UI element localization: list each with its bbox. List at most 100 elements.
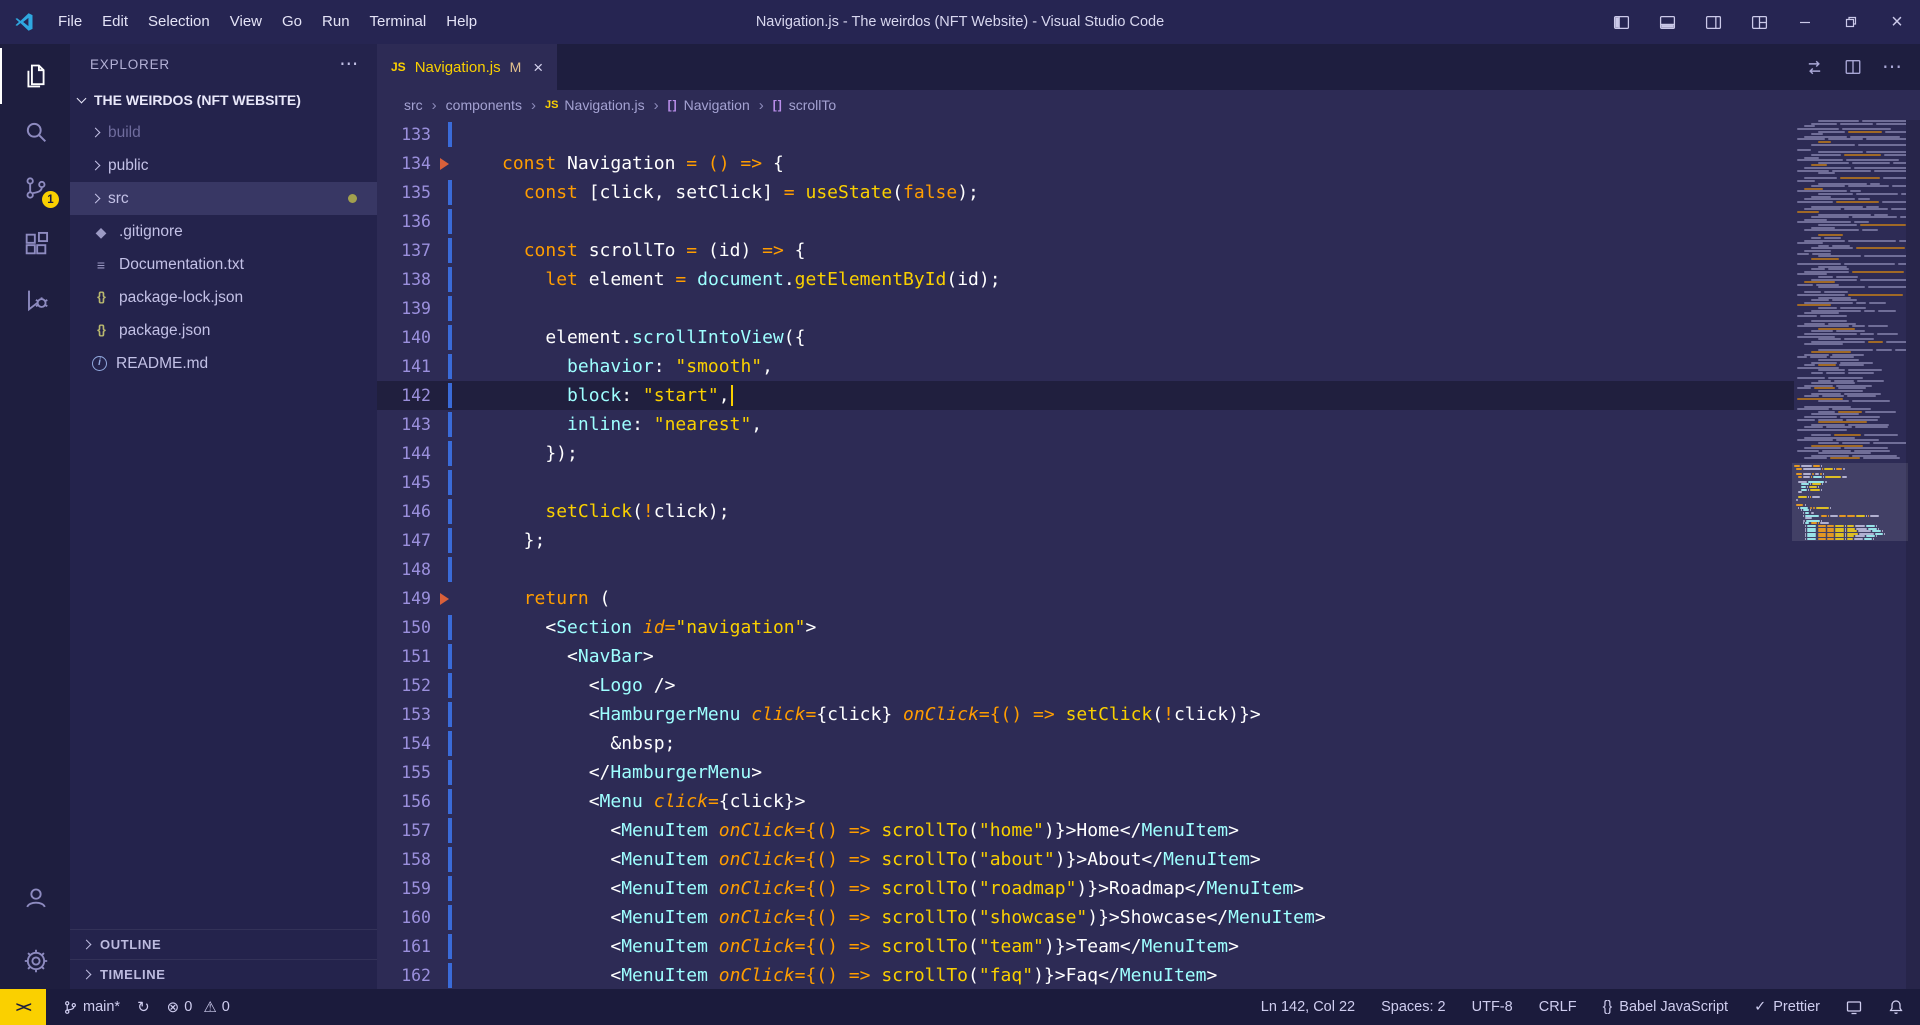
menu-selection[interactable]: Selection (138, 0, 220, 44)
breadcrumb-src[interactable]: src (404, 97, 423, 113)
code-line[interactable]: 153 <HamburgerMenu click={click} onClick… (377, 700, 1794, 729)
gutter[interactable] (431, 497, 459, 526)
tab-close-icon[interactable]: × (533, 59, 543, 76)
breadcrumb-navigation.js[interactable]: JSNavigation.js (545, 97, 645, 113)
indentation[interactable]: Spaces: 2 (1381, 999, 1446, 1015)
gutter[interactable] (431, 323, 459, 352)
code-line[interactable]: 149 return ( (377, 584, 1794, 613)
gutter[interactable] (431, 932, 459, 961)
gutter[interactable] (431, 178, 459, 207)
menu-view[interactable]: View (220, 0, 272, 44)
gutter[interactable] (431, 729, 459, 758)
split-editor-icon[interactable] (1844, 58, 1862, 76)
notifications-bell-icon[interactable] (1888, 999, 1904, 1015)
problems-indicator[interactable]: ⊗ 0 ⚠ 0 (167, 999, 230, 1015)
code-line[interactable]: 158 <MenuItem onClick={() => scrollTo("a… (377, 845, 1794, 874)
code-line[interactable]: 135 const [click, setClick] = useState(f… (377, 178, 1794, 207)
gutter[interactable] (431, 845, 459, 874)
code-line[interactable]: 152 <Logo /> (377, 671, 1794, 700)
file-.gitignore[interactable]: ◆.gitignore (70, 215, 377, 248)
breadcrumb-navigation[interactable]: []Navigation (668, 97, 750, 113)
gutter[interactable] (431, 265, 459, 294)
customize-layout-icon[interactable] (1736, 0, 1782, 44)
gutter[interactable] (431, 555, 459, 584)
menu-edit[interactable]: Edit (92, 0, 138, 44)
code-line[interactable]: 157 <MenuItem onClick={() => scrollTo("h… (377, 816, 1794, 845)
scrollbar[interactable] (1906, 120, 1920, 989)
gutter[interactable] (431, 787, 459, 816)
activity-settings[interactable] (0, 933, 70, 989)
section-timeline[interactable]: TIMELINE (70, 959, 377, 989)
activity-search[interactable] (0, 104, 70, 160)
gutter[interactable] (431, 642, 459, 671)
gutter[interactable] (431, 381, 459, 410)
gutter[interactable] (431, 410, 459, 439)
file-package.json[interactable]: {}package.json (70, 314, 377, 347)
code-line[interactable]: 159 <MenuItem onClick={() => scrollTo("r… (377, 874, 1794, 903)
file-Documentation.txt[interactable]: ≡Documentation.txt (70, 248, 377, 281)
code-line[interactable]: 143 inline: "nearest", (377, 410, 1794, 439)
gutter[interactable] (431, 671, 459, 700)
code-line[interactable]: 145 (377, 468, 1794, 497)
git-branch[interactable]: main* (63, 999, 120, 1015)
cursor-position[interactable]: Ln 142, Col 22 (1261, 999, 1355, 1015)
gutter[interactable] (431, 700, 459, 729)
gutter[interactable] (431, 758, 459, 787)
remote-indicator[interactable]: >< (0, 989, 46, 1025)
activity-source-control[interactable]: 1 (0, 160, 70, 216)
code-line[interactable]: 133 (377, 120, 1794, 149)
restore-button[interactable] (1828, 0, 1874, 44)
gutter[interactable] (431, 207, 459, 236)
menu-run[interactable]: Run (312, 0, 360, 44)
open-changes-icon[interactable] (1805, 58, 1824, 77)
menu-help[interactable]: Help (436, 0, 487, 44)
screencast-icon[interactable] (1846, 999, 1862, 1015)
gutter[interactable] (431, 236, 459, 265)
code-line[interactable]: 142 block: "start", (377, 381, 1794, 410)
gutter[interactable] (431, 526, 459, 555)
gutter[interactable] (431, 468, 459, 497)
code-line[interactable]: 136 (377, 207, 1794, 236)
breadcrumb-scrollto[interactable]: []scrollTo (773, 97, 836, 113)
tab-navigation-js[interactable]: JS Navigation.js M × (377, 44, 557, 90)
minimize-button[interactable] (1782, 0, 1828, 44)
gutter[interactable] (431, 352, 459, 381)
gutter[interactable] (431, 294, 459, 323)
sync-icon[interactable]: ↻ (137, 1000, 150, 1015)
code-line[interactable]: 141 behavior: "smooth", (377, 352, 1794, 381)
code-line[interactable]: 146 setClick(!click); (377, 497, 1794, 526)
code-line[interactable]: 138 let element = document.getElementByI… (377, 265, 1794, 294)
breadcrumb-components[interactable]: components (446, 97, 522, 113)
more-actions-icon[interactable]: ⋯ (1882, 57, 1902, 77)
menu-terminal[interactable]: Terminal (360, 0, 437, 44)
menu-go[interactable]: Go (272, 0, 312, 44)
code-line[interactable]: 150 <Section id="navigation"> (377, 613, 1794, 642)
code-line[interactable]: 137 const scrollTo = (id) => { (377, 236, 1794, 265)
explorer-more-actions-icon[interactable]: ⋯ (339, 55, 359, 74)
gutter[interactable] (431, 120, 459, 149)
language-mode[interactable]: {} Babel JavaScript (1603, 999, 1729, 1015)
activity-explorer[interactable] (0, 48, 70, 104)
gutter[interactable] (431, 961, 459, 989)
code-line[interactable]: 148 (377, 555, 1794, 584)
code-line[interactable]: 134const Navigation = () => { (377, 149, 1794, 178)
activity-run-debug[interactable] (0, 272, 70, 328)
code-line[interactable]: 162 <MenuItem onClick={() => scrollTo("f… (377, 961, 1794, 989)
close-button[interactable]: × (1874, 0, 1920, 44)
code-line[interactable]: 147 }; (377, 526, 1794, 555)
menu-file[interactable]: File (48, 0, 92, 44)
code-line[interactable]: 154 &nbsp; (377, 729, 1794, 758)
encoding[interactable]: UTF-8 (1472, 999, 1513, 1015)
minimap-slider[interactable] (1792, 463, 1908, 541)
section-outline[interactable]: OUTLINE (70, 929, 377, 959)
gutter[interactable] (431, 874, 459, 903)
activity-accounts[interactable] (0, 869, 70, 925)
eol-sequence[interactable]: CRLF (1539, 999, 1577, 1015)
folder-build[interactable]: build (70, 116, 377, 149)
gutter[interactable] (431, 816, 459, 845)
code-line[interactable]: 151 <NavBar> (377, 642, 1794, 671)
toggle-panel-icon[interactable] (1644, 0, 1690, 44)
gutter[interactable] (431, 149, 459, 178)
editor-code-area[interactable]: 133134const Navigation = () => {135 cons… (377, 120, 1920, 989)
formatter-status[interactable]: ✓ Prettier (1754, 999, 1820, 1015)
